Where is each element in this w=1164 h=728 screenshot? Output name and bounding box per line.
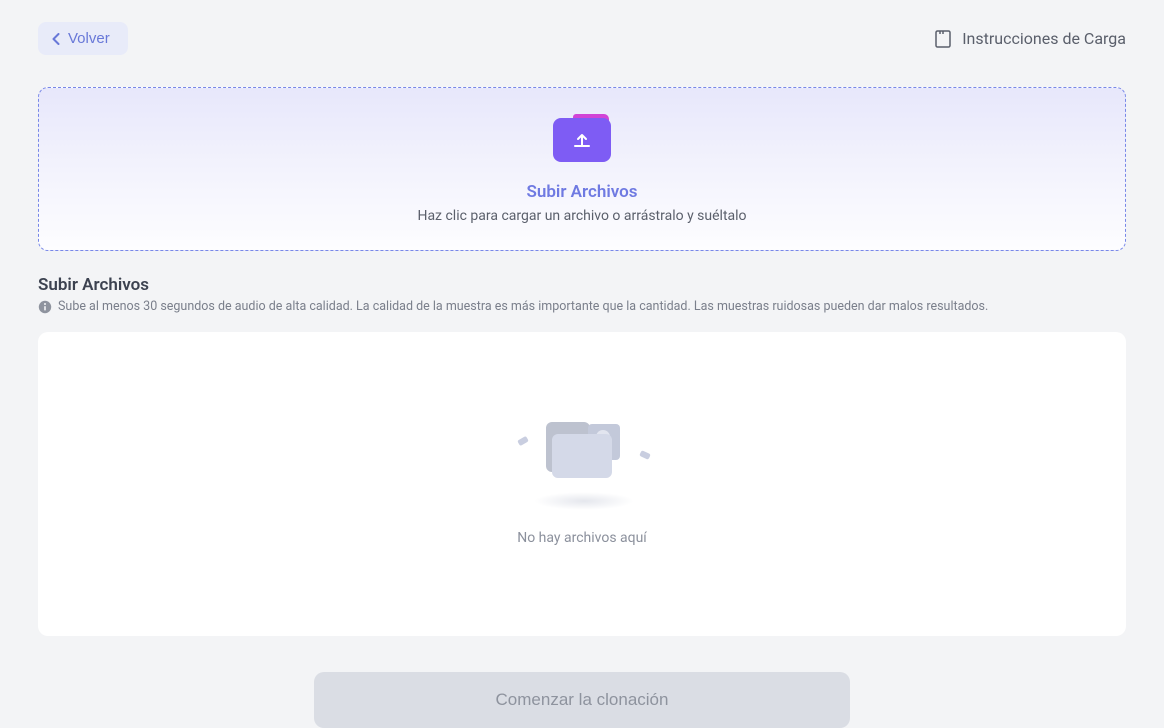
back-button[interactable]: Volver [38,22,128,55]
section-title: Subir Archivos [38,275,1126,295]
upload-icon [553,116,611,162]
section-info: Sube al menos 30 segundos de audio de al… [38,299,1126,314]
files-panel: No hay archivos aquí [38,332,1126,636]
instructions-link[interactable]: Instrucciones de Carga [934,29,1126,48]
empty-state-text: No hay archivos aquí [517,530,647,546]
back-button-label: Volver [68,30,110,47]
instructions-link-label: Instrucciones de Carga [962,29,1126,48]
document-icon [934,30,952,48]
info-icon [38,300,52,314]
empty-folder-icon [512,422,652,502]
upload-dropzone[interactable]: Subir Archivos Haz clic para cargar un a… [38,87,1126,251]
start-cloning-label: Comenzar la clonación [496,690,669,709]
chevron-left-icon [52,33,60,45]
header: Volver Instrucciones de Carga [38,22,1126,55]
upload-subtitle: Haz clic para cargar un archivo o arrást… [417,208,746,224]
upload-title: Subir Archivos [526,182,637,202]
section-info-text: Sube al menos 30 segundos de audio de al… [58,299,988,314]
